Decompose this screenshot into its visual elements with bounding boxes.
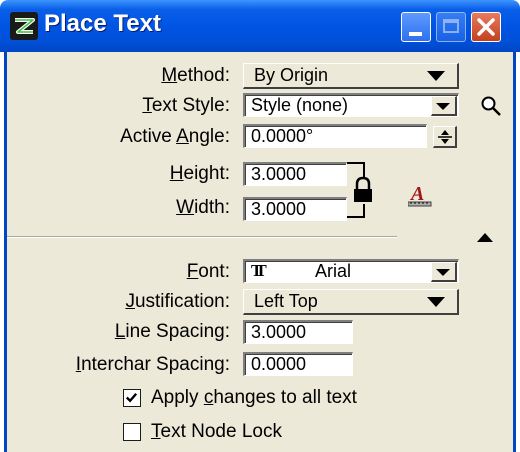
active-angle-input[interactable]: 0.0000° [243, 124, 427, 148]
justification-dropdown[interactable]: Left Top [243, 289, 459, 315]
method-dropdown[interactable]: By Origin [243, 63, 459, 89]
width-label: Width: [176, 197, 230, 218]
section-divider [7, 236, 397, 238]
method-value: By Origin [254, 65, 329, 85]
collapse-icon[interactable] [477, 233, 493, 242]
line-spacing-input[interactable]: 3.0000 [243, 320, 353, 344]
width-input[interactable]: 3.0000 [243, 197, 347, 221]
lock-icon[interactable] [345, 160, 381, 222]
interchar-spacing-label: Interchar Spacing: [75, 354, 230, 375]
line-spacing-label: Line Spacing: [114, 321, 230, 342]
angle-spin-button[interactable] [433, 126, 457, 148]
close-icon [477, 18, 495, 36]
font-combo[interactable]: TT Arial [243, 259, 459, 283]
active-angle-label: Active Angle: [120, 126, 230, 147]
justification-label: Justification: [125, 291, 230, 312]
font-value: Arial [315, 261, 352, 281]
text-style-combo[interactable]: Style (none) [243, 93, 459, 117]
text-node-lock-label[interactable]: Text Node Lock [151, 421, 282, 443]
maximize-button [436, 12, 466, 42]
chevron-down-icon [427, 297, 445, 307]
minimize-button[interactable] [401, 12, 431, 42]
text-node-lock-checkbox[interactable] [123, 423, 141, 441]
match-text-icon[interactable]: A [408, 182, 432, 208]
justification-value: Left Top [254, 291, 318, 311]
minimize-icon [409, 32, 422, 36]
height-input[interactable]: 3.0000 [243, 162, 347, 186]
text-style-dropdown-button[interactable] [431, 96, 457, 116]
close-button[interactable] [471, 12, 501, 42]
dialog-body: Method: By Origin Text Style: Style (non… [4, 52, 516, 452]
truetype-icon: TT [251, 261, 266, 280]
font-dropdown-button[interactable] [431, 262, 457, 282]
method-label: Method: [161, 65, 230, 86]
app-icon [10, 12, 38, 40]
window-title: Place Text [44, 10, 161, 37]
title-bar[interactable]: Place Text [0, 0, 520, 52]
maximize-icon [443, 19, 459, 33]
place-text-window: Place Text Method: By Origin Text Style:… [0, 0, 520, 452]
height-label: Height: [169, 163, 230, 184]
spin-icon [438, 130, 452, 144]
chevron-down-icon [436, 103, 450, 110]
interchar-spacing-input[interactable]: 0.0000 [243, 352, 353, 376]
magnifier-icon[interactable] [480, 95, 502, 117]
text-style-label: Text Style: [142, 95, 230, 116]
chevron-down-icon [427, 71, 445, 81]
checkmark-icon [125, 392, 138, 403]
apply-changes-checkbox[interactable] [123, 389, 141, 407]
text-style-value: Style (none) [251, 95, 349, 115]
font-label: Font: [186, 261, 230, 282]
apply-changes-label[interactable]: Apply changes to all text [151, 387, 357, 409]
chevron-down-icon [436, 269, 450, 276]
